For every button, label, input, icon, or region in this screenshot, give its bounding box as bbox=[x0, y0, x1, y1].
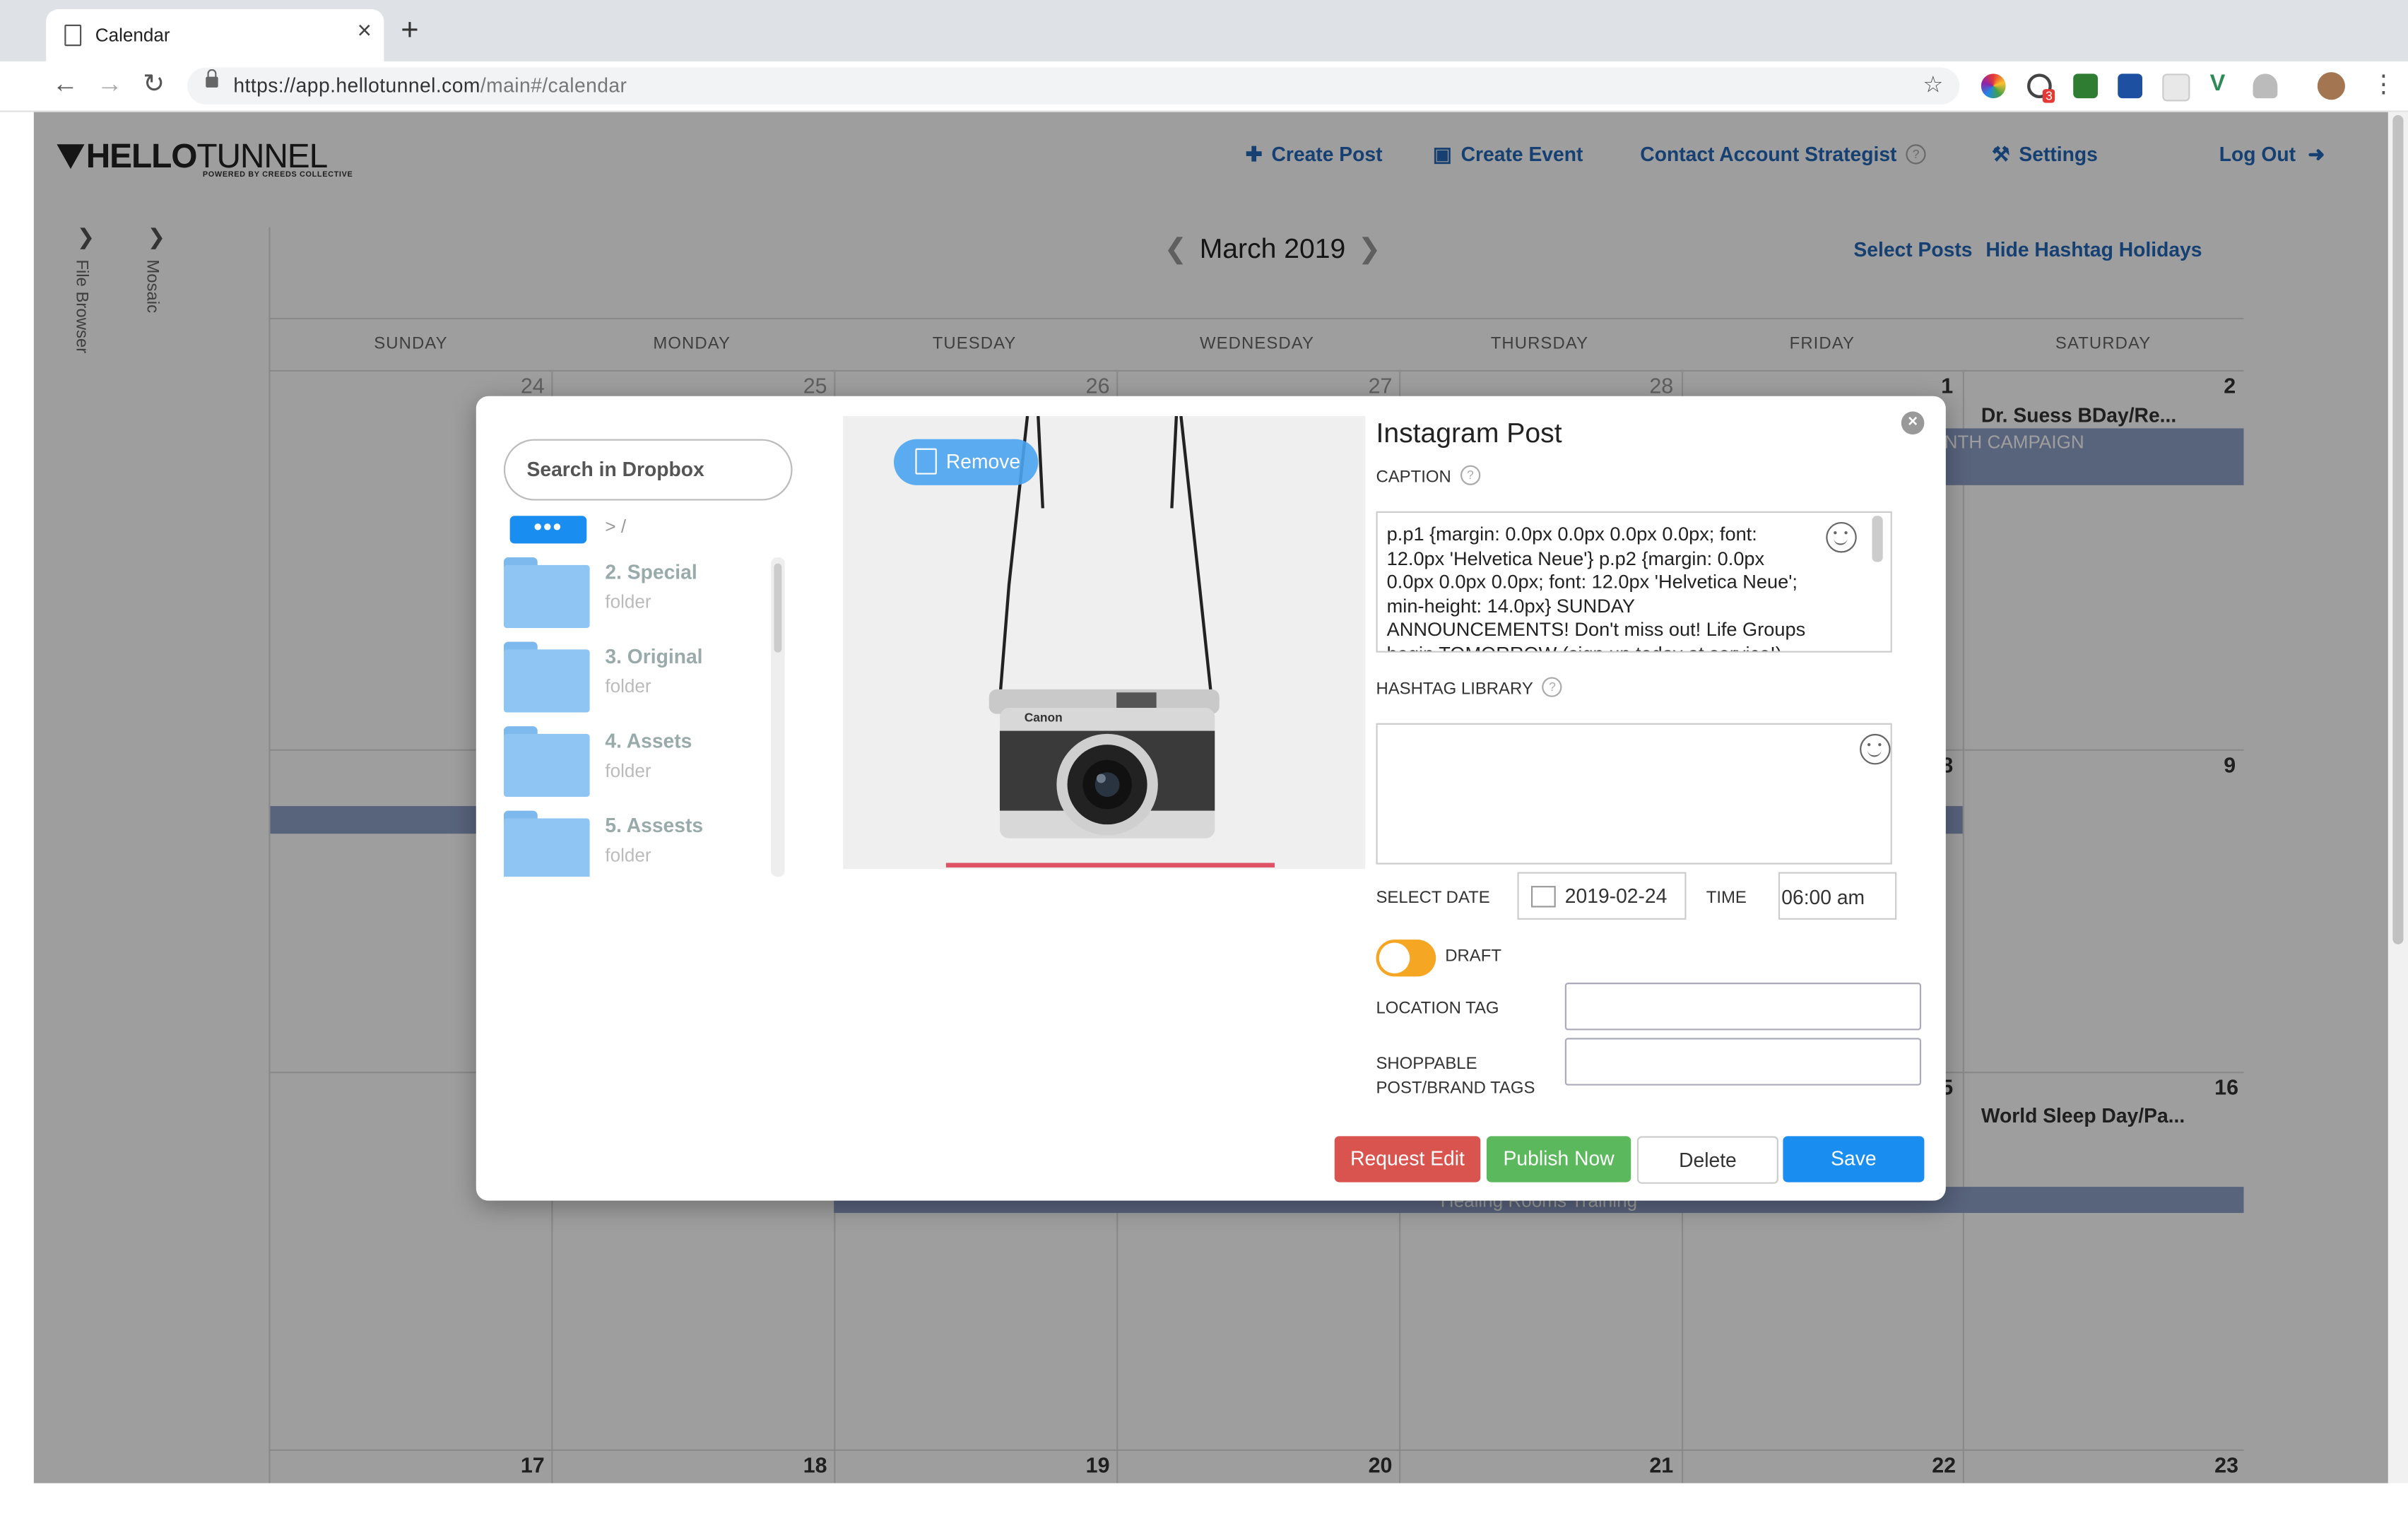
image-preview: Canon Remove bbox=[843, 416, 1366, 870]
hashtag-library-label: HASHTAG LIBRARY? bbox=[1376, 677, 1563, 699]
time-input[interactable]: 06:00 am bbox=[1778, 872, 1897, 920]
address-bar[interactable]: https://app.hellotunnel.com/main#/calend… bbox=[187, 67, 1960, 105]
folder-path: > / bbox=[605, 516, 627, 538]
draft-label: DRAFT bbox=[1445, 947, 1501, 966]
folder-icon bbox=[503, 726, 590, 798]
browser-toolbar: ← → ↻ https://app.hellotunnel.com/main#/… bbox=[0, 61, 2408, 112]
help-icon: ? bbox=[1542, 677, 1563, 697]
request-edit-button[interactable]: Request Edit bbox=[1334, 1136, 1481, 1183]
modal-title: Instagram Post bbox=[1376, 417, 1562, 449]
color-picker-extension-icon[interactable] bbox=[1981, 73, 2006, 99]
date-input[interactable]: 2019-02-24 bbox=[1517, 872, 1687, 920]
document-icon bbox=[64, 24, 82, 47]
folder-item[interactable]: 3. Original folder bbox=[503, 641, 765, 719]
location-tag-label: LOCATION TAG bbox=[1376, 999, 1499, 1019]
trash-icon bbox=[915, 448, 937, 475]
extension-badge: 3 bbox=[2042, 89, 2056, 103]
url-text: https://app.hellotunnel.com/main#/calend… bbox=[233, 73, 627, 97]
remove-image-button[interactable]: Remove bbox=[893, 439, 1039, 485]
browser-menu-icon[interactable]: ⋮ bbox=[2371, 69, 2396, 100]
bookmark-star-icon[interactable]: ☆ bbox=[1923, 71, 1943, 98]
folder-icon bbox=[503, 557, 590, 628]
screen: Calendar × + ← → ↻ https://app.hellotunn… bbox=[0, 0, 2408, 1515]
folder-icon bbox=[503, 810, 590, 877]
forward-icon[interactable]: → bbox=[97, 69, 123, 100]
location-tag-input[interactable] bbox=[1564, 983, 1922, 1031]
emoji-picker-icon[interactable] bbox=[1826, 521, 1857, 553]
emoji-picker-icon[interactable] bbox=[1860, 733, 1891, 765]
page-scrollbar[interactable] bbox=[2388, 112, 2408, 1483]
draft-toggle[interactable] bbox=[1376, 940, 1436, 977]
reload-icon[interactable]: ↻ bbox=[143, 69, 165, 100]
folder-list: 2. Special folder 3. Original folder 4. … bbox=[503, 557, 765, 877]
instagram-post-modal: Search in Dropbox ••• > / 2. Special fol… bbox=[476, 396, 1946, 1201]
browser-tab-bar: Calendar × + bbox=[0, 0, 2408, 61]
caption-textarea[interactable]: p.p1 {margin: 0.0px 0.0px 0.0px 0.0px; f… bbox=[1376, 511, 1892, 653]
cloud-extension-icon[interactable] bbox=[2253, 73, 2278, 99]
select-date-label: SELECT DATE bbox=[1376, 889, 1490, 908]
time-label: TIME bbox=[1706, 889, 1747, 908]
tab-close-icon[interactable]: × bbox=[358, 18, 372, 46]
grammarly-extension-icon[interactable] bbox=[2073, 73, 2099, 99]
shoppable-label-line1: SHOPPABLE bbox=[1376, 1055, 1477, 1074]
help-icon: ? bbox=[1460, 465, 1481, 485]
tab-title: Calendar bbox=[95, 24, 170, 47]
save-button[interactable]: Save bbox=[1783, 1136, 1925, 1183]
upload-progress-bar bbox=[945, 863, 1275, 868]
vue-extension-icon[interactable]: V bbox=[2207, 71, 2244, 99]
more-options-button[interactable]: ••• bbox=[509, 515, 587, 544]
folder-icon bbox=[503, 641, 590, 713]
hashtag-library-input[interactable] bbox=[1376, 723, 1892, 865]
folder-item[interactable]: 4. Assets folder bbox=[503, 726, 765, 803]
grid-extension-icon[interactable] bbox=[2162, 73, 2190, 102]
delete-button[interactable]: Delete bbox=[1636, 1136, 1778, 1184]
brand-tags-input[interactable] bbox=[1564, 1038, 1922, 1086]
browser-tab[interactable]: Calendar × bbox=[46, 9, 384, 61]
calendar-icon bbox=[1530, 886, 1556, 908]
publish-now-button[interactable]: Publish Now bbox=[1486, 1136, 1631, 1183]
caption-label: CAPTION? bbox=[1376, 465, 1481, 487]
new-tab-button[interactable]: + bbox=[401, 16, 418, 46]
close-icon[interactable]: × bbox=[1901, 411, 1925, 435]
folder-item[interactable]: 2. Special folder bbox=[503, 557, 765, 634]
bookmark-extension-icon[interactable] bbox=[2118, 73, 2143, 99]
lock-icon bbox=[206, 69, 218, 88]
profile-avatar[interactable] bbox=[2317, 72, 2345, 100]
shoppable-label-line2: POST/BRAND TAGS bbox=[1376, 1079, 1535, 1098]
folder-list-scrollbar[interactable] bbox=[771, 557, 785, 877]
caption-scrollbar[interactable] bbox=[1872, 516, 1883, 562]
folder-item[interactable]: 5. Assests folder bbox=[503, 810, 765, 877]
dropbox-search-input[interactable]: Search in Dropbox bbox=[503, 439, 793, 501]
svg-text:Canon: Canon bbox=[1025, 711, 1063, 725]
back-icon[interactable]: ← bbox=[52, 69, 78, 100]
